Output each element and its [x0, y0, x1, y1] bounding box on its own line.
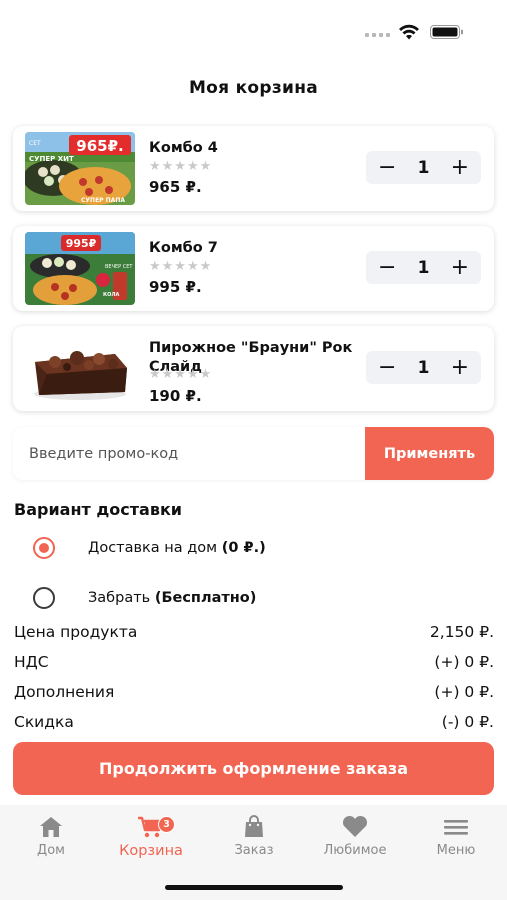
- cellular-signal-icon: [365, 33, 390, 37]
- summary-label: Дополнения: [14, 683, 115, 701]
- delivery-option-name: Доставка на дом: [88, 540, 218, 556]
- summary-row-extras: Дополнения (+) 0 ₽.: [14, 683, 494, 701]
- delivery-title: Вариант доставки: [14, 500, 183, 519]
- summary-row-vat: НДС (+) 0 ₽.: [14, 653, 494, 671]
- quantity-value: 1: [417, 357, 430, 378]
- decrease-quantity-button[interactable]: −: [378, 156, 396, 179]
- promo-code-section: Применять: [13, 427, 494, 480]
- cart-screen: Моя корзина 965₽. СЕТ СУПЕР ХИТ СУПЕР ПА…: [0, 0, 507, 900]
- delivery-option-pickup[interactable]: Забрать (Бесплатно): [33, 587, 256, 609]
- tab-label: Корзина: [119, 843, 183, 859]
- radio-selected-icon[interactable]: [33, 537, 55, 559]
- delivery-option-label: Забрать (Бесплатно): [88, 590, 256, 606]
- cart-item-combo-4[interactable]: 965₽. СЕТ СУПЕР ХИТ СУПЕР ПАПА Комбо 4 ★…: [13, 126, 494, 211]
- combo-7-image-set: ВЕЧЕР СЕТ: [105, 264, 133, 270]
- rating-stars: ★★★★★: [149, 259, 213, 274]
- delivery-option-home[interactable]: Доставка на дом (0 ₽.): [33, 537, 266, 559]
- continue-checkout-button[interactable]: Продолжить оформление заказа: [13, 742, 494, 795]
- summary-value: (-) 0 ₽.: [441, 713, 494, 731]
- quantity-value: 1: [417, 157, 430, 178]
- wifi-icon: [399, 24, 419, 40]
- item-price: 190 ₽.: [149, 387, 202, 405]
- tab-label: Дом: [37, 843, 65, 858]
- combo-4-image: 965₽. СЕТ СУПЕР ХИТ СУПЕР ПАПА: [25, 132, 135, 205]
- status-bar: [0, 0, 507, 60]
- quantity-value: 1: [417, 257, 430, 278]
- summary-label: Цена продукта: [14, 623, 138, 641]
- combo-4-image-price: 965₽.: [76, 137, 123, 155]
- summary-row-product-price: Цена продукта 2,150 ₽.: [14, 623, 494, 641]
- combo-7-image-drink: КОЛА: [103, 292, 119, 298]
- summary-value: (+) 0 ₽.: [434, 653, 494, 671]
- heart-icon: [342, 815, 368, 837]
- summary-value: (+) 0 ₽.: [434, 683, 494, 701]
- summary-row-discount: Скидка (-) 0 ₽.: [14, 713, 494, 731]
- tab-cart[interactable]: 3 Корзина: [101, 815, 201, 859]
- home-icon: [40, 817, 62, 837]
- delivery-option-note: (0 ₽.): [221, 540, 266, 556]
- radio-unselected-icon[interactable]: [33, 587, 55, 609]
- delivery-option-note: (Бесплатно): [154, 590, 257, 606]
- combo-7-image: 995₽ ВЕЧЕР СЕТ КОЛА: [25, 232, 135, 305]
- delivery-option-name: Забрать: [88, 590, 151, 606]
- rating-stars: ★★★★★: [149, 367, 213, 382]
- item-name: Комбо 4: [149, 140, 218, 156]
- rating-stars: ★★★★★: [149, 159, 213, 174]
- increase-quantity-button[interactable]: +: [451, 356, 469, 379]
- decrease-quantity-button[interactable]: −: [378, 256, 396, 279]
- summary-label: НДС: [14, 653, 49, 671]
- summary-value: 2,150 ₽.: [429, 623, 494, 641]
- increase-quantity-button[interactable]: +: [451, 256, 469, 279]
- combo-4-image-tag: СУПЕР ПАПА: [81, 197, 125, 204]
- page-title: Моя корзина: [188, 78, 319, 98]
- quantity-stepper: − 1 +: [366, 251, 481, 284]
- cart-item-brownie[interactable]: Пирожное "Брауни" Рок Слайд ★★★★★ 190 ₽.…: [13, 326, 494, 411]
- combo-7-image-price: 995₽: [66, 237, 97, 250]
- summary-label: Скидка: [14, 713, 74, 731]
- brownie-image: [25, 332, 135, 405]
- decrease-quantity-button[interactable]: −: [378, 356, 396, 379]
- tab-label: Меню: [436, 843, 476, 858]
- tab-label: Любимое: [323, 843, 387, 858]
- tab-orders[interactable]: Заказ: [204, 815, 304, 858]
- quantity-stepper: − 1 +: [366, 351, 481, 384]
- item-name: Комбо 7: [149, 240, 218, 256]
- combo-4-image-set: СЕТ: [29, 140, 41, 147]
- home-indicator: [165, 885, 343, 890]
- combo-4-image-super: СУПЕР ХИТ: [29, 155, 74, 163]
- cart-item-combo-7[interactable]: 995₽ ВЕЧЕР СЕТ КОЛА Комбо 7 ★★★★★ 995 ₽.…: [13, 226, 494, 311]
- increase-quantity-button[interactable]: +: [451, 156, 469, 179]
- item-price: 965 ₽.: [149, 178, 202, 196]
- tab-label: Заказ: [234, 843, 274, 858]
- item-price: 995 ₽.: [149, 278, 202, 296]
- apply-promo-button[interactable]: Применять: [365, 427, 494, 480]
- quantity-stepper: − 1 +: [366, 151, 481, 184]
- tab-favorites[interactable]: Любимое: [305, 815, 405, 858]
- bag-icon: [245, 815, 263, 837]
- battery-icon: [430, 25, 463, 39]
- promo-code-input[interactable]: [13, 427, 365, 480]
- delivery-option-label: Доставка на дом (0 ₽.): [88, 540, 266, 556]
- tab-menu[interactable]: Меню: [406, 815, 506, 858]
- menu-icon: [444, 820, 468, 835]
- cart-count-badge: 3: [158, 816, 175, 833]
- tab-home[interactable]: Дом: [1, 815, 101, 858]
